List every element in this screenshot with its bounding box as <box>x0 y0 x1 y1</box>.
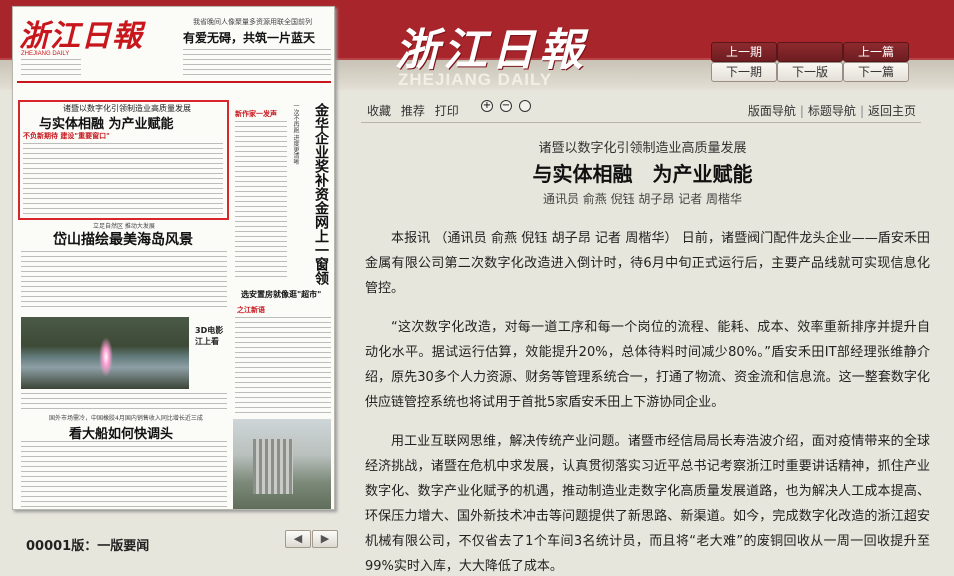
thumb-text-block <box>21 251 227 311</box>
page-label: 00001版：一版要闻 <box>26 539 150 554</box>
thumb-photo-fireworks[interactable] <box>21 317 189 389</box>
site-nav-links: 版面导航 | 标题导航 | 返回主页 <box>748 102 916 119</box>
recommend-link[interactable]: 推荐 <box>401 104 425 118</box>
thumb-top-subhead: 我省晚间人像聚量多资源用联全国前列 <box>193 18 312 26</box>
print-link[interactable]: 打印 <box>435 104 459 118</box>
article-subtitle: 诸暨以数字化引领制造业高质量发展 <box>538 141 747 156</box>
next-page-button[interactable]: 下一版 <box>777 62 843 82</box>
favorite-link[interactable]: 收藏 <box>367 104 391 118</box>
thumb-vertical-subhead: 一次不再跑 进度更清晰 <box>292 103 299 165</box>
thumb-text-block <box>235 317 331 413</box>
next-issue-button[interactable]: 下一期 <box>711 62 777 82</box>
zoom-in-icon[interactable]: + <box>481 100 493 112</box>
next-article-button[interactable]: 下一篇 <box>843 62 909 82</box>
zoom-reset-icon[interactable] <box>519 100 531 112</box>
page-thumbnail-panel: 浙江日報 ZHEJIANG DAILY 我省晚间人像聚量多资源用联全国前列 有爱… <box>0 0 345 576</box>
blank-nav-button <box>777 42 843 62</box>
thumb-subhead-3: 国外市场需冷，中国橡胶4月国内销售收入同比增长近三成 <box>49 415 203 422</box>
page-nav-link[interactable]: 版面导航 <box>748 104 796 118</box>
building-shape <box>253 439 293 494</box>
thumb-text-block <box>183 49 331 77</box>
thumb-text-block <box>23 143 223 215</box>
home-link[interactable]: 返回主页 <box>868 104 916 118</box>
next-page-arrow[interactable]: ▶ <box>312 530 338 548</box>
thumb-column-tag-2: 之江新语 <box>237 306 265 314</box>
article-title: 与实体相融 为产业赋能 <box>532 162 753 186</box>
thumb-column-tag: 新作家一发声 <box>235 110 277 118</box>
thumb-red-subhead: 不负新期待 建设"重要窗口" <box>23 132 110 140</box>
thumb-headline-4[interactable]: 选安置房就像逛"超市" <box>241 289 321 300</box>
prev-page-arrow[interactable]: ◀ <box>285 530 311 548</box>
thumb-daily-label: ZHEJIANG DAILY <box>21 51 70 57</box>
thumb-text-block <box>235 121 287 281</box>
thumb-text-block <box>21 59 81 77</box>
article-paragraph: “这次数字化改造，对每一道工序和每一个岗位的流程、能耗、成本、效率重新排序并提升… <box>365 320 930 410</box>
article-paragraph: 用工业互联网思维，解决传统产业问题。诸暨市经信局局长寿浩波介绍，面对疫情带来的全… <box>365 434 930 574</box>
front-page-thumbnail[interactable]: 浙江日報 ZHEJIANG DAILY 我省晚间人像聚量多资源用联全国前列 有爱… <box>12 6 335 510</box>
article-paragraph: 本报讯 （通讯员 俞燕 倪钰 胡子昂 记者 周楷华） 日前，诸暨阀门配件龙头企业… <box>365 231 930 296</box>
thumb-top-headline[interactable]: 有爱无碍，共筑一片蓝天 <box>183 29 315 46</box>
thumb-masthead: 浙江日報 <box>19 19 143 54</box>
nav-separator: | <box>799 104 804 118</box>
thumb-photo-construction[interactable] <box>233 419 331 509</box>
toolbar-divider <box>361 122 921 123</box>
article-content-area: 收藏 推荐 打印 + − 版面导航 | 标题导航 | 返回主页 诸暨以数字化引领制造业高… <box>345 90 954 576</box>
newspaper-logo[interactable]: 浙江日報 <box>395 14 587 78</box>
zoom-out-icon[interactable]: − <box>500 100 512 112</box>
article-byline: 通讯员 俞燕 倪钰 胡子昂 记者 周楷华 <box>542 192 743 206</box>
prev-article-button[interactable]: 上一篇 <box>843 42 909 62</box>
thumb-photo-caption: 3D电影 江上看 <box>195 326 224 346</box>
thumb-vertical-headline[interactable]: 金华企业奖补资金网上一窗领 <box>309 103 331 285</box>
thumb-article-headline: 与实体相融 为产业赋能 <box>39 117 174 132</box>
thumb-text-block <box>21 441 227 507</box>
thumb-divider <box>17 81 331 83</box>
newspaper-logo-english: ZHEJIANG DAILY <box>398 70 553 89</box>
nav-separator: | <box>859 104 864 118</box>
thumb-headline-2[interactable]: 岱山描绘最美海岛风景 <box>53 229 193 249</box>
article-body: 本报讯 （通讯员 俞燕 倪钰 胡子昂 记者 周楷华） 日前，诸暨阀门配件龙头企业… <box>365 226 930 576</box>
article-toolbar: 收藏 推荐 打印 <box>367 102 465 119</box>
firework-shape <box>99 337 113 377</box>
prev-issue-button[interactable]: 上一期 <box>711 42 777 62</box>
thumb-text-block <box>21 393 227 409</box>
thumb-headline-3[interactable]: 看大船如何快调头 <box>69 423 173 442</box>
title-nav-link[interactable]: 标题导航 <box>808 104 856 118</box>
